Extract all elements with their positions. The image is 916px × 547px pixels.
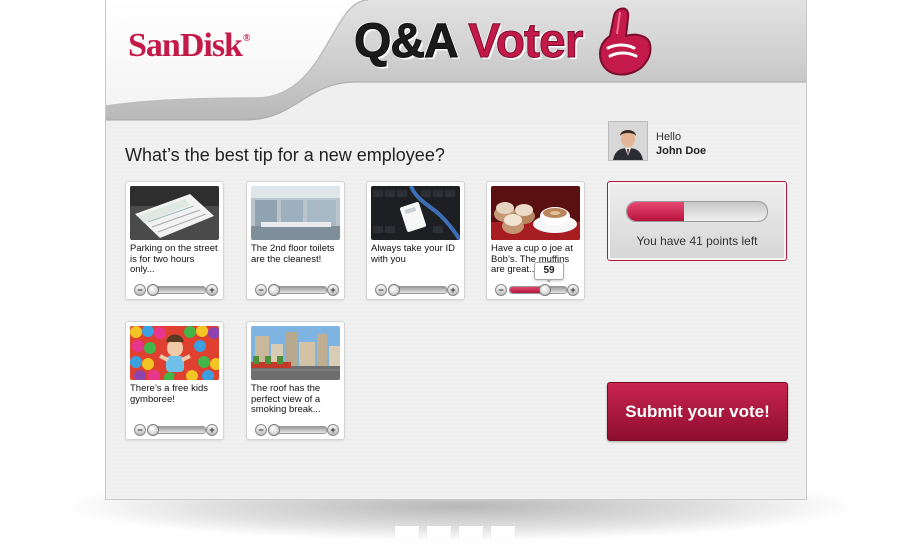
- title-voter: Voter: [468, 15, 584, 69]
- slider-track[interactable]: [147, 424, 206, 436]
- vote-slider[interactable]: − +: [375, 283, 459, 296]
- sandisk-logo: SanDisk®: [128, 27, 251, 65]
- vote-slider[interactable]: − +: [134, 283, 218, 296]
- tip-caption: Parking on the street is for two hours o…: [130, 243, 218, 275]
- minus-icon[interactable]: −: [495, 284, 507, 296]
- app-frame: SanDisk® Q&A Voter What’s the best tip f…: [105, 0, 807, 500]
- rooftop-city-photo: [251, 326, 340, 380]
- tip-card: The roof has the perfect view of a smoki…: [246, 321, 345, 440]
- bottom-decoration: [395, 526, 523, 545]
- foam-finger-icon: [598, 7, 652, 76]
- tip-card: Parking on the street is for two hours o…: [125, 181, 224, 300]
- slider-track[interactable]: [268, 424, 327, 436]
- id-badge-photo: [371, 186, 460, 240]
- minus-icon[interactable]: −: [134, 424, 146, 436]
- question-title: What’s the best tip for a new employee?: [125, 145, 445, 165]
- points-remaining-text: You have 41 points left: [636, 234, 758, 248]
- points-progress-fill: [627, 202, 685, 221]
- tip-card: The 2nd floor toilets are the cleanest! …: [246, 181, 345, 300]
- tip-card: Have a cup o joe at Bob’s. The muffins a…: [486, 181, 585, 300]
- vote-slider[interactable]: − +: [134, 423, 218, 436]
- tip-caption: Always take your ID with you: [371, 243, 455, 265]
- vote-value-tooltip: 59: [534, 262, 564, 283]
- title-qa: Q&A: [354, 15, 458, 69]
- parking-ticket-photo: [130, 186, 219, 240]
- vote-slider[interactable]: − +: [255, 423, 339, 436]
- minus-icon[interactable]: −: [255, 424, 267, 436]
- tip-card: There’s a free kids gymboree! − +: [125, 321, 224, 440]
- greeting: Hello: [656, 131, 682, 143]
- slider-handle[interactable]: [268, 424, 280, 436]
- coffee-muffins-photo: [491, 186, 580, 240]
- plus-icon[interactable]: +: [447, 284, 459, 296]
- ball-pit-photo: [130, 326, 219, 380]
- slider-track[interactable]: [388, 284, 447, 296]
- slider-handle[interactable]: [539, 284, 551, 296]
- plus-icon[interactable]: +: [206, 424, 218, 436]
- slider-track[interactable]: [147, 284, 206, 296]
- registered-mark: ®: [242, 33, 251, 44]
- submit-vote-button[interactable]: Submit your vote!: [607, 382, 788, 441]
- plus-icon[interactable]: +: [567, 284, 579, 296]
- plus-icon[interactable]: +: [327, 284, 339, 296]
- user-name: John Doe: [656, 145, 707, 157]
- app-title: Q&A Voter: [354, 14, 584, 69]
- slider-handle[interactable]: [268, 284, 280, 296]
- minus-icon[interactable]: −: [134, 284, 146, 296]
- minus-icon[interactable]: −: [375, 284, 387, 296]
- minus-icon[interactable]: −: [255, 284, 267, 296]
- brand-name: SanDisk: [128, 27, 243, 64]
- tip-caption: The 2nd floor toilets are the cleanest!: [251, 243, 335, 265]
- slider-track[interactable]: [268, 284, 327, 296]
- tip-card: Always take your ID with you − +: [366, 181, 465, 300]
- avatar: [608, 121, 648, 161]
- slider-handle[interactable]: [147, 424, 159, 436]
- vote-slider[interactable]: − +: [255, 283, 339, 296]
- vote-slider[interactable]: − 59 +: [495, 262, 579, 296]
- points-panel: You have 41 points left: [607, 181, 787, 261]
- plus-icon[interactable]: +: [206, 284, 218, 296]
- restroom-photo: [251, 186, 340, 240]
- slider-handle[interactable]: [147, 284, 159, 296]
- slider-track[interactable]: 59: [509, 262, 567, 296]
- points-progress-bar: [626, 201, 768, 222]
- tip-caption: There’s a free kids gymboree!: [130, 383, 208, 405]
- slider-handle[interactable]: [388, 284, 400, 296]
- tip-caption: The roof has the perfect view of a smoki…: [251, 383, 321, 415]
- plus-icon[interactable]: +: [327, 424, 339, 436]
